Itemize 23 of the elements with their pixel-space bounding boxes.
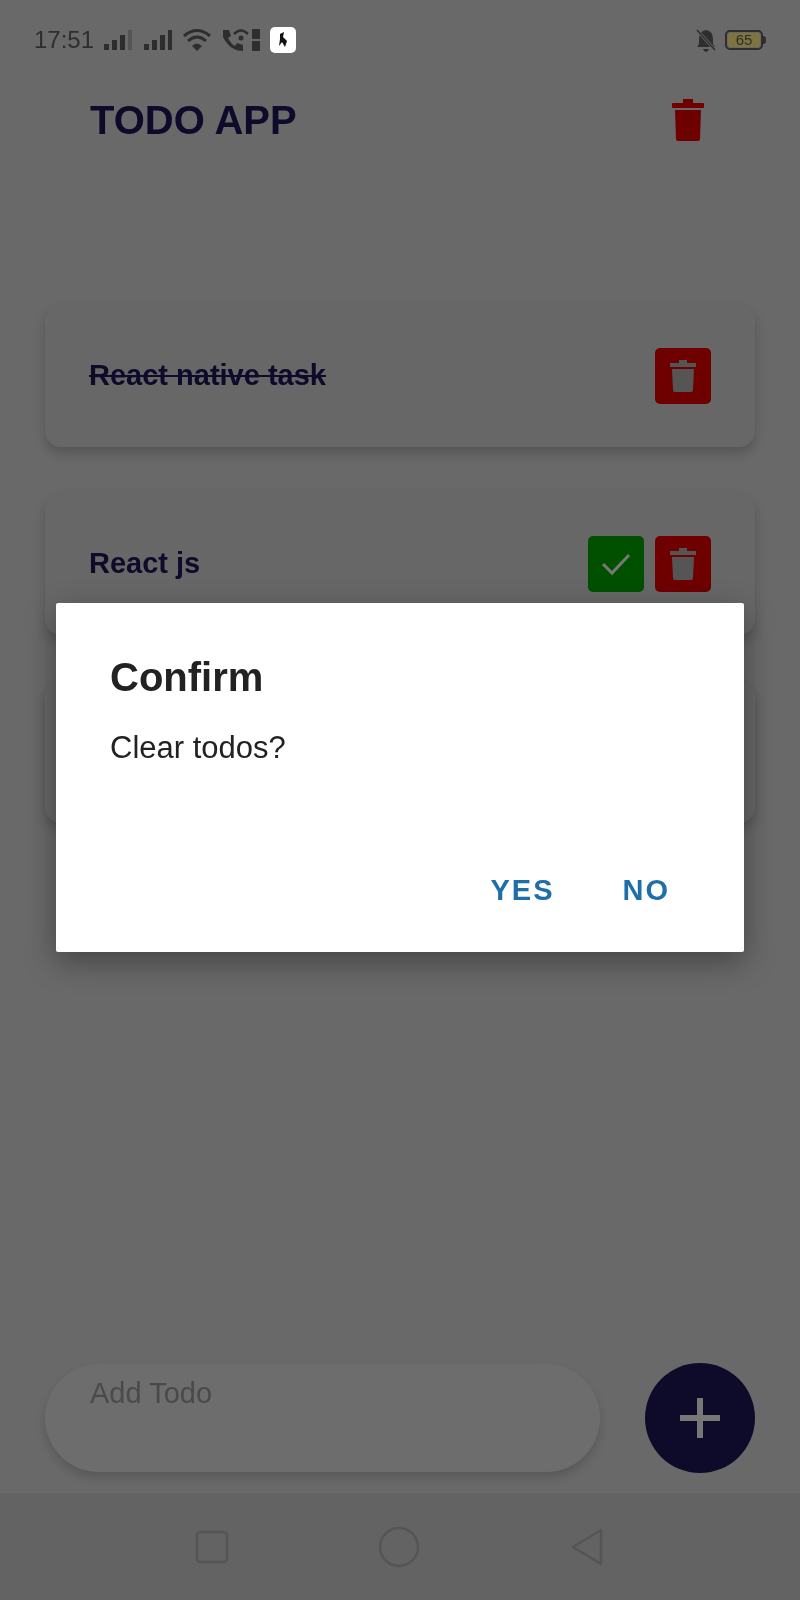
app-notification-icon	[270, 27, 297, 53]
trash-icon	[670, 548, 696, 580]
wifi-icon	[182, 28, 213, 52]
complete-button[interactable]	[588, 536, 644, 592]
trash-icon[interactable]	[672, 99, 704, 141]
dialog-button[interactable]: YES	[486, 868, 559, 912]
signal-icon	[102, 28, 135, 52]
battery-indicator: 65	[725, 30, 766, 50]
trash-icon	[670, 360, 696, 392]
dialog-button[interactable]: NO	[618, 868, 674, 912]
check-icon	[601, 552, 631, 576]
signal-icon	[142, 28, 175, 52]
bell-off-icon	[695, 28, 717, 52]
dialog-message: Clear todos?	[110, 729, 287, 767]
plus-icon	[680, 1398, 720, 1438]
delete-button[interactable]	[655, 536, 711, 592]
todo-text: React js	[89, 546, 201, 582]
status-time: 17:51	[34, 25, 95, 55]
dialog-title: Confirm	[110, 654, 265, 701]
delete-button[interactable]	[655, 348, 711, 404]
wifi-call-icon	[220, 27, 263, 53]
app-title: TODO APP	[90, 97, 297, 144]
todo-text: React native task	[89, 358, 326, 394]
